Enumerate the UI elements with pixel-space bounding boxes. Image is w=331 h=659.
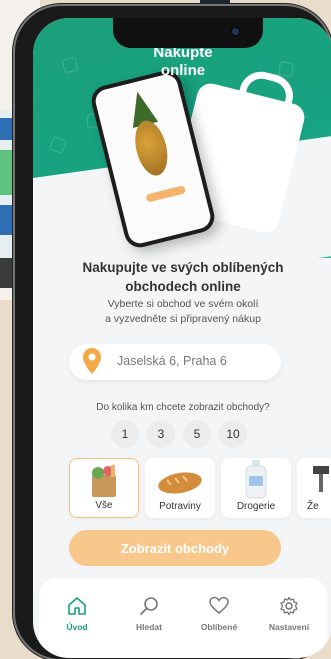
distance-question: Do kolika km chcete zobrazit obchody? (96, 402, 270, 413)
address-field[interactable]: Jaselská 6, Praha 6 (69, 344, 281, 380)
distance-option-10[interactable]: 10 (219, 420, 247, 448)
category-label: Vše (95, 500, 113, 511)
subtitle-line: Vyberte si obchod ve svém okolí (107, 298, 259, 310)
tab-label: Oblíbené (200, 622, 238, 632)
tab-label: Úvod (66, 622, 88, 632)
tab-bar: Úvod Hledat Oblíbené Nastavení (39, 578, 327, 658)
heading-line: Nakupujte ve svých oblíbených (82, 260, 284, 275)
lotion-bottle-icon (245, 460, 267, 499)
decor-bag-icon (49, 136, 67, 154)
tab-label: Hledat (136, 622, 162, 632)
page-subtitle: Vyberte si obchod ve svém okolí a vyzved… (33, 297, 331, 327)
heading-line: obchodech online (125, 279, 241, 294)
hero-title-line: online (160, 62, 206, 79)
camera-icon (232, 28, 239, 35)
home-icon (68, 597, 86, 615)
distance-option-1[interactable]: 1 (111, 420, 139, 448)
illustration-button (145, 185, 187, 203)
category-potraviny[interactable]: Potraviny (145, 458, 215, 518)
bread-icon (158, 472, 202, 494)
phone-frame: Nakupte online Nakupujte ve svých oblíbe… (15, 6, 331, 659)
phone-notch (113, 18, 263, 48)
category-label: Drogerie (236, 501, 276, 512)
address-value: Jaselská 6, Praha 6 (117, 354, 227, 368)
show-stores-button[interactable]: Zobrazit obchody (69, 530, 281, 566)
hero-title: Nakupte online (33, 44, 331, 80)
tab-settings[interactable]: Nastavení (257, 596, 321, 632)
app-screen: Nakupte online Nakupujte ve svých oblíbe… (33, 18, 331, 658)
category-list: Vše Potraviny Drogerie Že (69, 458, 331, 518)
page-heading: Nakupujte ve svých oblíbených obchodech … (33, 258, 331, 296)
location-pin-icon (83, 348, 101, 374)
tab-favorites[interactable]: Oblíbené (187, 596, 251, 632)
distance-options: 1 3 5 10 (111, 420, 247, 448)
search-icon (140, 597, 158, 615)
tab-search[interactable]: Hledat (117, 596, 181, 632)
tab-home[interactable]: Úvod (45, 596, 109, 632)
category-partial[interactable]: Že (297, 458, 331, 518)
distance-option-5[interactable]: 5 (183, 420, 211, 448)
category-drogerie[interactable]: Drogerie (221, 458, 291, 518)
tool-icon (313, 466, 329, 492)
grocery-bag-icon (92, 465, 116, 497)
category-label: Že (307, 501, 319, 512)
gear-icon (280, 596, 298, 616)
category-all[interactable]: Vše (69, 458, 139, 518)
category-label: Potraviny (159, 501, 201, 512)
subtitle-line: a vyzvedněte si připravený nákup (105, 313, 261, 325)
tab-label: Nastavení (268, 622, 310, 632)
distance-option-3[interactable]: 3 (147, 420, 175, 448)
decor-bag-icon (302, 147, 318, 163)
heart-icon (209, 596, 229, 614)
